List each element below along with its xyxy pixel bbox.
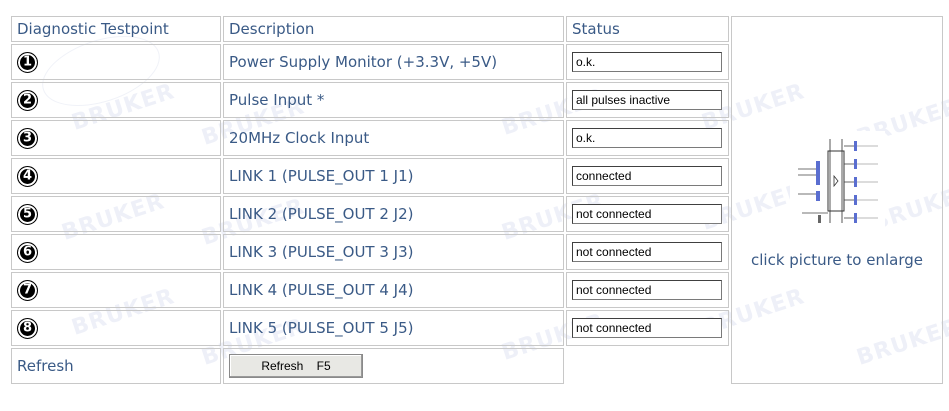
circuit-diagram-thumbnail[interactable] bbox=[789, 131, 885, 231]
testpoint-cell: 8 bbox=[11, 310, 221, 346]
testpoint-number: 8 bbox=[22, 320, 33, 335]
header-status: Status bbox=[566, 16, 729, 42]
testpoint-cell: 4 bbox=[11, 158, 221, 194]
status-field[interactable] bbox=[572, 90, 722, 110]
description-cell: LINK 4 (PULSE_OUT 4 J4) bbox=[223, 272, 564, 308]
status-field[interactable] bbox=[572, 242, 722, 262]
description-cell: Pulse Input * bbox=[223, 82, 564, 118]
status-field[interactable] bbox=[572, 52, 722, 72]
number-7-icon: 7 bbox=[17, 279, 38, 301]
number-4-icon: 4 bbox=[17, 165, 38, 187]
status-field[interactable] bbox=[572, 280, 722, 300]
description-cell: LINK 1 (PULSE_OUT 1 J1) bbox=[223, 158, 564, 194]
testpoint-number: 6 bbox=[22, 244, 33, 259]
refresh-button-cell: Refresh F5 bbox=[223, 348, 564, 384]
status-cell bbox=[566, 44, 729, 80]
status-cell bbox=[566, 120, 729, 156]
header-description: Description bbox=[223, 16, 564, 42]
diagnostic-table: Diagnostic Testpoint Description Status bbox=[9, 14, 945, 386]
number-1-icon: 1 bbox=[17, 51, 38, 73]
testpoint-cell: 6 bbox=[11, 234, 221, 270]
refresh-label: Refresh bbox=[11, 348, 221, 384]
status-field[interactable] bbox=[572, 318, 722, 338]
number-8-icon: 8 bbox=[17, 317, 38, 339]
testpoint-cell: 3 bbox=[11, 120, 221, 156]
testpoint-number: 1 bbox=[22, 54, 33, 69]
testpoint-number: 7 bbox=[22, 282, 33, 297]
testpoint-cell: 7 bbox=[11, 272, 221, 308]
refresh-button[interactable]: Refresh F5 bbox=[229, 354, 363, 378]
status-field[interactable] bbox=[572, 128, 722, 148]
description-cell: 20MHz Clock Input bbox=[223, 120, 564, 156]
status-cell bbox=[566, 310, 729, 346]
testpoint-cell: 5 bbox=[11, 196, 221, 232]
status-cell bbox=[566, 82, 729, 118]
number-6-icon: 6 bbox=[17, 241, 38, 263]
status-cell bbox=[566, 234, 729, 270]
description-cell: LINK 3 (PULSE_OUT 3 J3) bbox=[223, 234, 564, 270]
number-3-icon: 3 bbox=[17, 127, 38, 149]
picture-cell: click picture to enlarge bbox=[731, 16, 943, 384]
testpoint-number: 5 bbox=[22, 206, 33, 221]
status-field[interactable] bbox=[572, 166, 722, 186]
status-cell bbox=[566, 158, 729, 194]
picture-wrap: click picture to enlarge bbox=[732, 131, 942, 269]
description-cell: LINK 5 (PULSE_OUT 5 J5) bbox=[223, 310, 564, 346]
table-header-row: Diagnostic Testpoint Description Status bbox=[11, 16, 943, 384]
testpoint-number: 3 bbox=[22, 130, 33, 145]
empty-cell bbox=[566, 348, 729, 384]
status-cell bbox=[566, 196, 729, 232]
enlarge-caption: click picture to enlarge bbox=[750, 251, 924, 269]
status-field[interactable] bbox=[572, 204, 722, 224]
testpoint-cell: 1 bbox=[11, 44, 221, 80]
testpoint-number: 4 bbox=[22, 168, 33, 183]
status-cell bbox=[566, 272, 729, 308]
header-testpoint: Diagnostic Testpoint bbox=[11, 16, 221, 42]
number-5-icon: 5 bbox=[17, 203, 38, 225]
testpoint-cell: 2 bbox=[11, 82, 221, 118]
description-cell: Power Supply Monitor (+3.3V, +5V) bbox=[223, 44, 564, 80]
description-cell: LINK 2 (PULSE_OUT 2 J2) bbox=[223, 196, 564, 232]
number-2-icon: 2 bbox=[17, 89, 38, 111]
testpoint-number: 2 bbox=[22, 92, 33, 107]
